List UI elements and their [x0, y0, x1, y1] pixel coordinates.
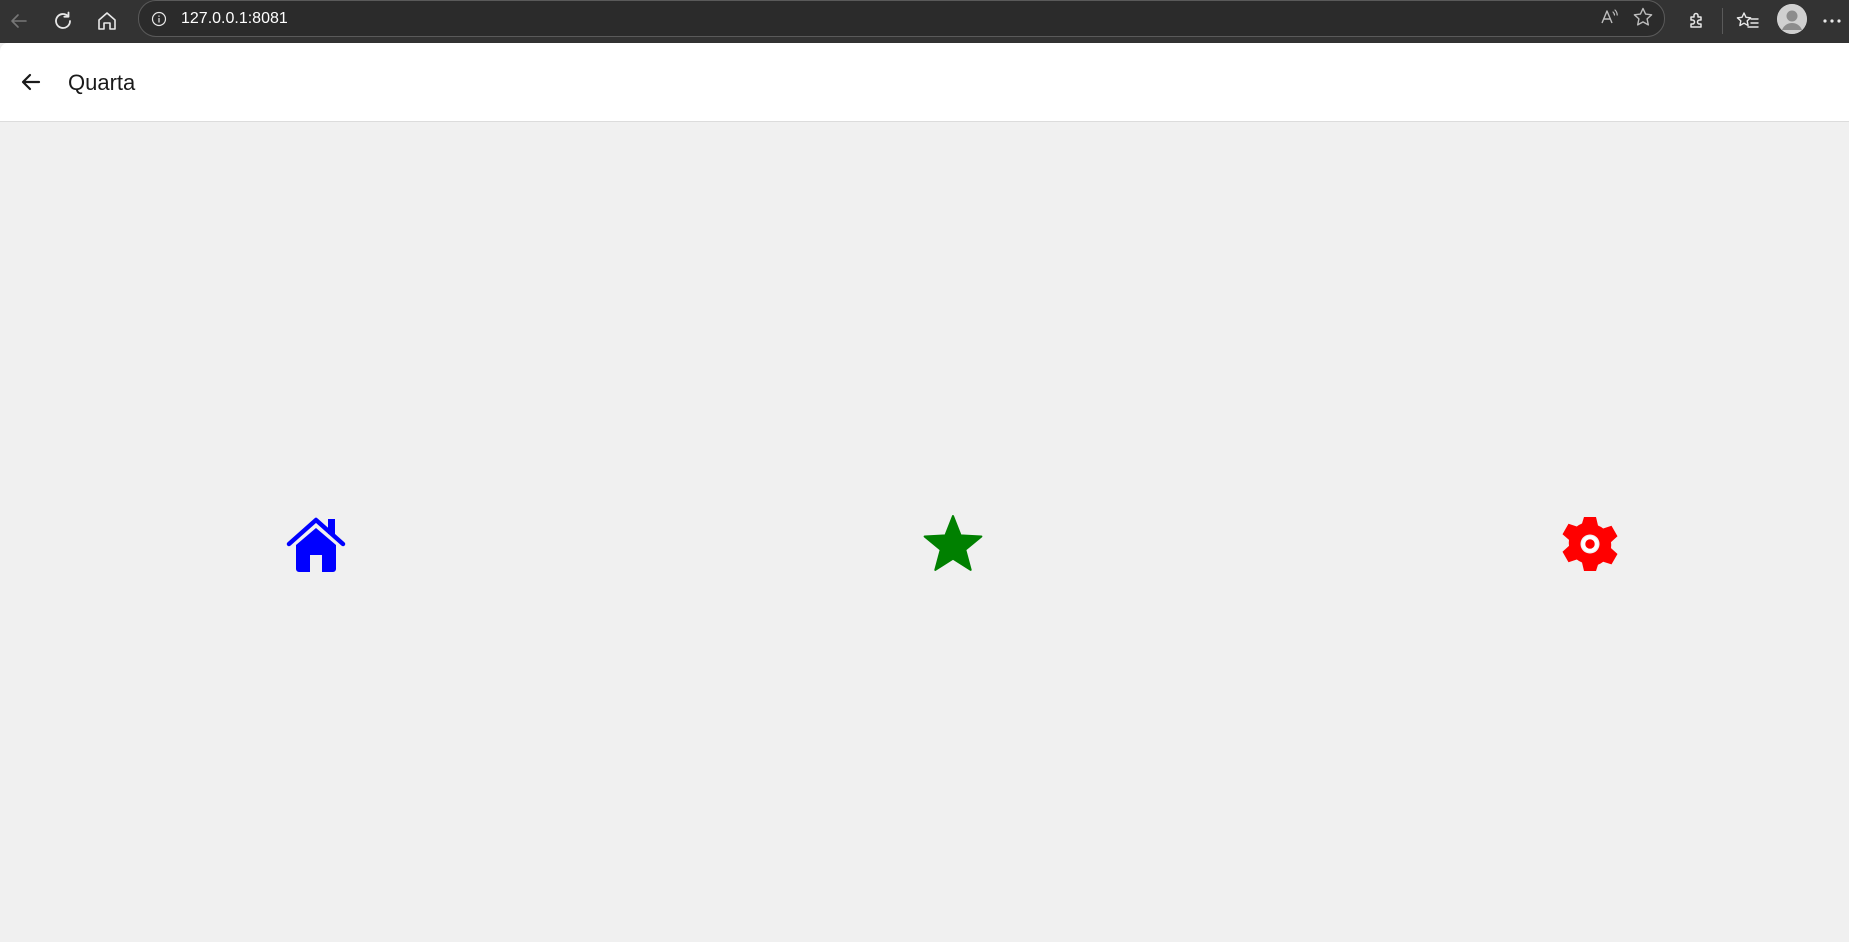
- home-icon-button[interactable]: [284, 512, 348, 576]
- info-icon[interactable]: [149, 9, 169, 29]
- app-header: Quarta: [0, 43, 1849, 122]
- browser-toolbar: 127.0.0.1:8081: [0, 0, 1849, 43]
- home-icon: [286, 517, 346, 572]
- favorites-list-icon: [1736, 12, 1759, 28]
- star-icon-button[interactable]: [921, 512, 985, 576]
- settings-icon: [1562, 517, 1618, 571]
- toolbar-divider: [1722, 8, 1723, 34]
- address-bar[interactable]: 127.0.0.1:8081: [138, 0, 1665, 37]
- star-icon: [923, 515, 983, 571]
- star-outline-icon[interactable]: [1632, 6, 1654, 33]
- more-dots-icon: [1823, 19, 1841, 23]
- read-aloud-icon[interactable]: [1598, 6, 1620, 33]
- home-icon: [98, 12, 116, 30]
- settings-icon-button[interactable]: [1558, 512, 1622, 576]
- extensions-button[interactable]: [1680, 4, 1714, 38]
- browser-back-button[interactable]: [2, 4, 36, 38]
- profile-avatar-icon[interactable]: [1777, 4, 1807, 34]
- url-text[interactable]: 127.0.0.1:8081: [181, 9, 288, 29]
- browser-home-button[interactable]: [90, 4, 124, 38]
- favorites-button[interactable]: [1731, 4, 1765, 38]
- back-button[interactable]: [14, 65, 48, 99]
- main-content: [0, 122, 1849, 942]
- browser-refresh-button[interactable]: [46, 4, 80, 38]
- page-title: Quarta: [68, 70, 136, 95]
- puzzle-icon: [1690, 12, 1702, 28]
- more-menu-button[interactable]: [1815, 4, 1849, 38]
- back-arrow-icon: [11, 14, 27, 28]
- refresh-icon: [55, 11, 71, 29]
- arrow-left-icon: [21, 73, 41, 91]
